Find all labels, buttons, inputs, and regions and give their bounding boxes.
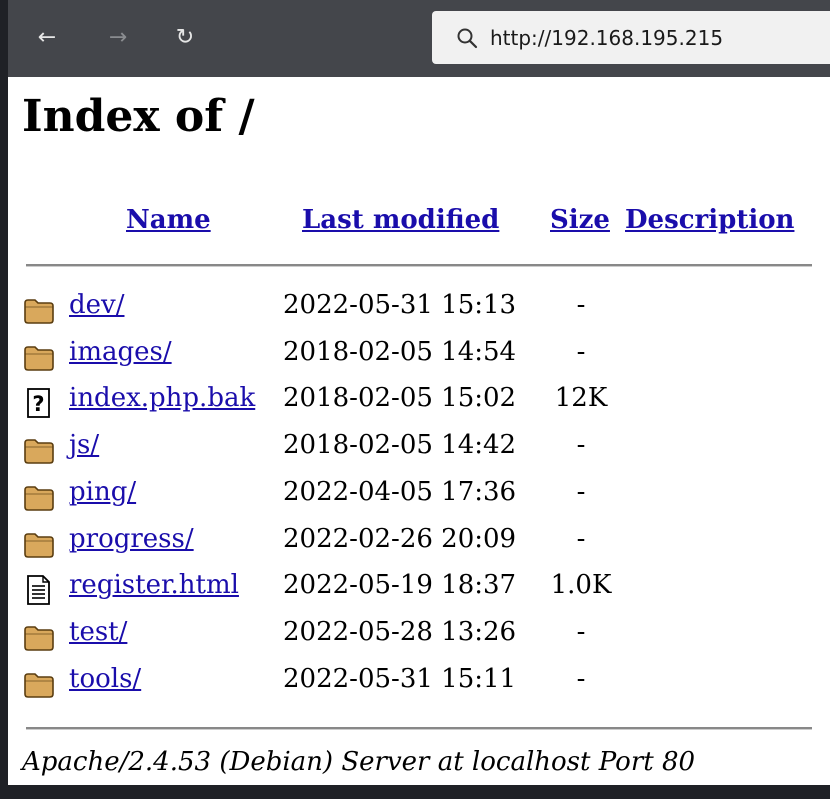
last-modified: 2022-05-28 13:26 xyxy=(283,616,517,647)
folder-icon[interactable] xyxy=(23,435,55,465)
file-link[interactable]: test/ xyxy=(69,617,127,647)
listing-row: test/2022-05-28 13:26 - xyxy=(8,614,830,660)
file-size: - xyxy=(576,523,586,554)
server-signature: Apache/2.4.53 (Debian) Server at localho… xyxy=(22,747,696,777)
folder-icon[interactable] xyxy=(23,295,55,325)
folder-icon[interactable] xyxy=(23,529,55,559)
file-size: 12K xyxy=(554,383,608,414)
unknown-file-icon[interactable]: ? xyxy=(23,388,55,419)
listing-row: ? index.php.bak 2018-02-05 15:02 12K xyxy=(8,380,830,426)
column-header-name[interactable]: Name xyxy=(126,205,211,235)
file-size: - xyxy=(576,430,586,461)
page-viewport: Index of / Name Last modified Size Descr… xyxy=(8,77,830,785)
address-bar[interactable]: http://192.168.195.215 xyxy=(432,11,830,64)
last-modified: 2018-02-05 15:02 xyxy=(283,383,517,414)
listing-row: dev/2022-05-31 15:13 - xyxy=(8,287,830,333)
folder-icon[interactable] xyxy=(23,342,55,372)
last-modified: 2022-02-26 20:09 xyxy=(283,523,517,554)
listing-row: images/2018-02-05 14:54 - xyxy=(8,334,830,380)
file-size: - xyxy=(576,663,586,694)
file-link[interactable]: dev/ xyxy=(69,290,124,320)
file-size: - xyxy=(576,476,586,507)
listing-row: register.html 2022-05-19 18:37 1.0K xyxy=(8,567,830,613)
file-link[interactable]: progress/ xyxy=(69,524,194,554)
url-text[interactable]: http://192.168.195.215 xyxy=(490,26,723,50)
divider-bottom xyxy=(26,727,812,730)
last-modified: 2022-05-19 18:37 xyxy=(283,570,517,601)
reload-icon[interactable]: ↻ xyxy=(168,20,202,54)
page-title: Index of / xyxy=(22,91,255,142)
column-header-description[interactable]: Description xyxy=(625,205,794,235)
browser-toolbar: ← → ↻ http://192.168.195.215 xyxy=(8,0,830,77)
back-arrow-icon[interactable]: ← xyxy=(30,20,64,54)
listing-row: tools/2022-05-31 15:11 - xyxy=(8,661,830,707)
file-size: - xyxy=(576,616,586,647)
file-link[interactable]: images/ xyxy=(69,337,172,367)
folder-icon[interactable] xyxy=(23,669,55,699)
file-link[interactable]: register.html xyxy=(69,570,239,600)
last-modified: 2018-02-05 14:54 xyxy=(283,336,517,367)
folder-icon[interactable] xyxy=(23,482,55,512)
column-header-size[interactable]: Size xyxy=(550,205,610,235)
last-modified: 2022-05-31 15:13 xyxy=(283,290,517,320)
file-link[interactable]: tools/ xyxy=(69,664,141,694)
divider-top xyxy=(26,264,812,267)
text-file-icon[interactable] xyxy=(23,575,55,606)
file-link[interactable]: js/ xyxy=(69,430,99,460)
listing-row: ping/2022-04-05 17:36 - xyxy=(8,474,830,520)
file-link[interactable]: index.php.bak xyxy=(69,383,255,413)
file-size: - xyxy=(576,290,586,320)
listing-row: js/2018-02-05 14:42 - xyxy=(8,427,830,473)
forward-arrow-icon[interactable]: → xyxy=(101,20,135,54)
last-modified: 2022-04-05 17:36 xyxy=(283,476,517,507)
last-modified: 2022-05-31 15:11 xyxy=(283,663,517,694)
svg-text:?: ? xyxy=(32,392,44,416)
last-modified: 2018-02-05 14:42 xyxy=(283,430,517,461)
column-header-last-modified[interactable]: Last modified xyxy=(302,205,499,235)
file-size: 1.0K xyxy=(550,570,612,601)
folder-icon[interactable] xyxy=(23,622,55,652)
listing-row: progress/2022-02-26 20:09 - xyxy=(8,521,830,567)
file-link[interactable]: ping/ xyxy=(69,477,136,507)
search-icon xyxy=(457,28,478,48)
file-size: - xyxy=(576,336,586,367)
